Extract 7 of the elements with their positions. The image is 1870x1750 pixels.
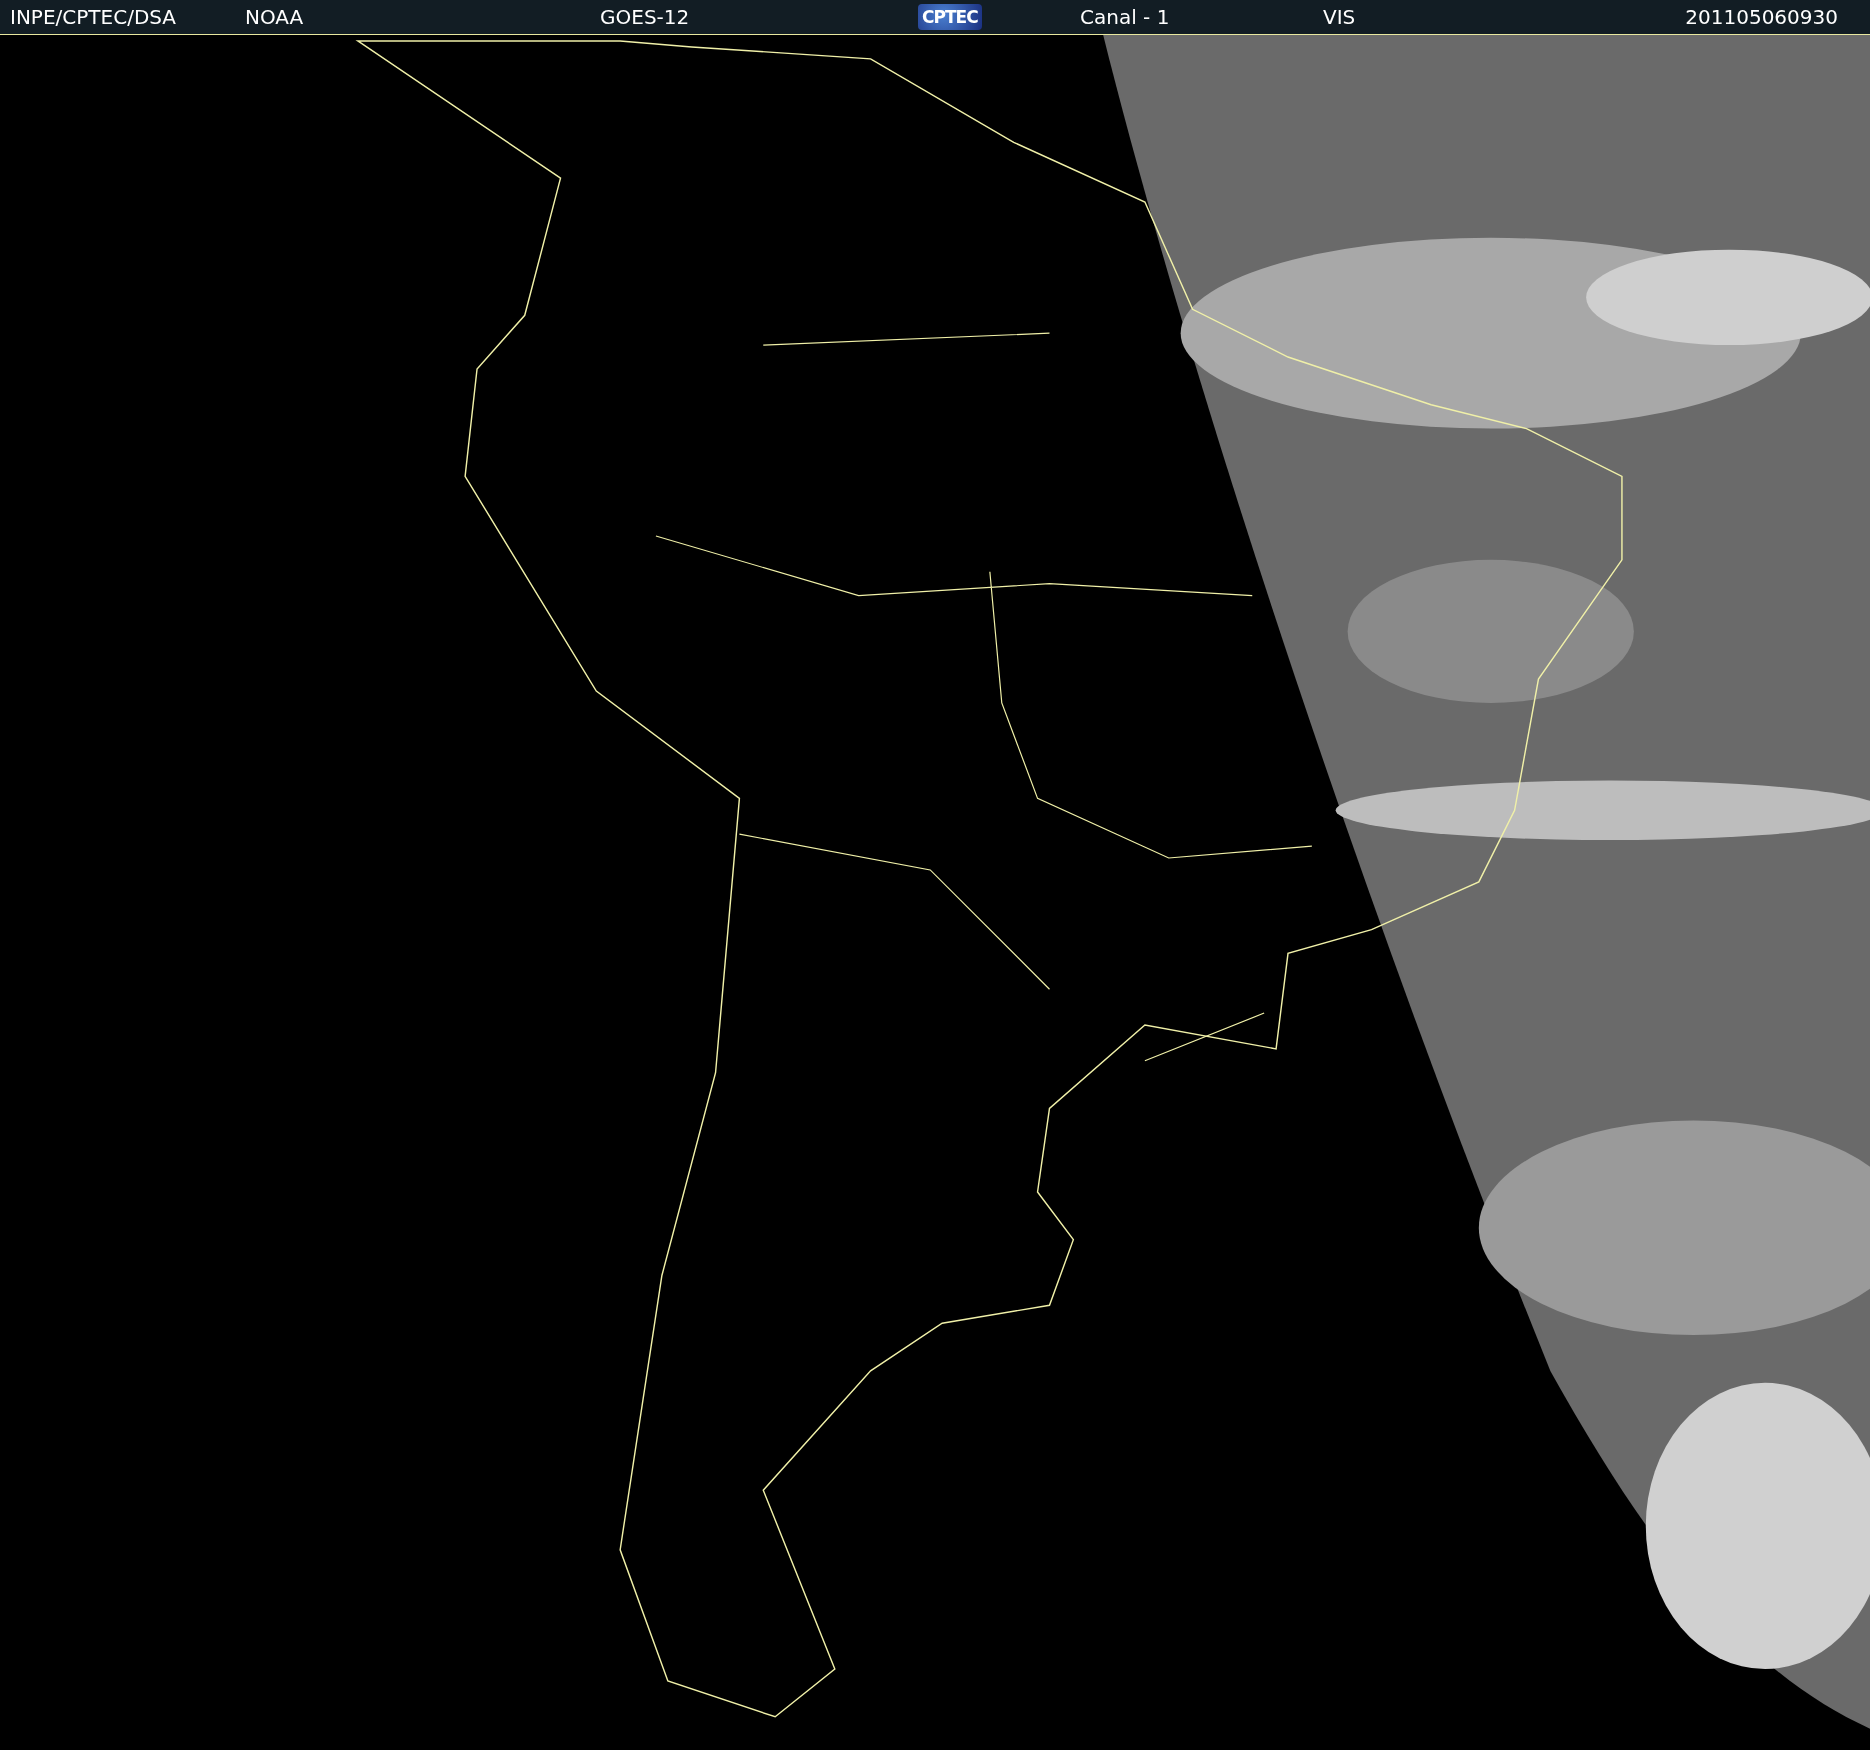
band-label: VIS xyxy=(1323,5,1356,29)
logo: CPTEC xyxy=(918,4,982,30)
source-label: INPE/CPTEC/DSA xyxy=(10,5,177,29)
satellite-label: GOES-12 xyxy=(600,5,690,29)
timestamp-label: 201105060930 xyxy=(1685,5,1838,29)
channel-label: Canal - 1 xyxy=(1080,5,1170,29)
agency-label: NOAA xyxy=(245,5,304,29)
